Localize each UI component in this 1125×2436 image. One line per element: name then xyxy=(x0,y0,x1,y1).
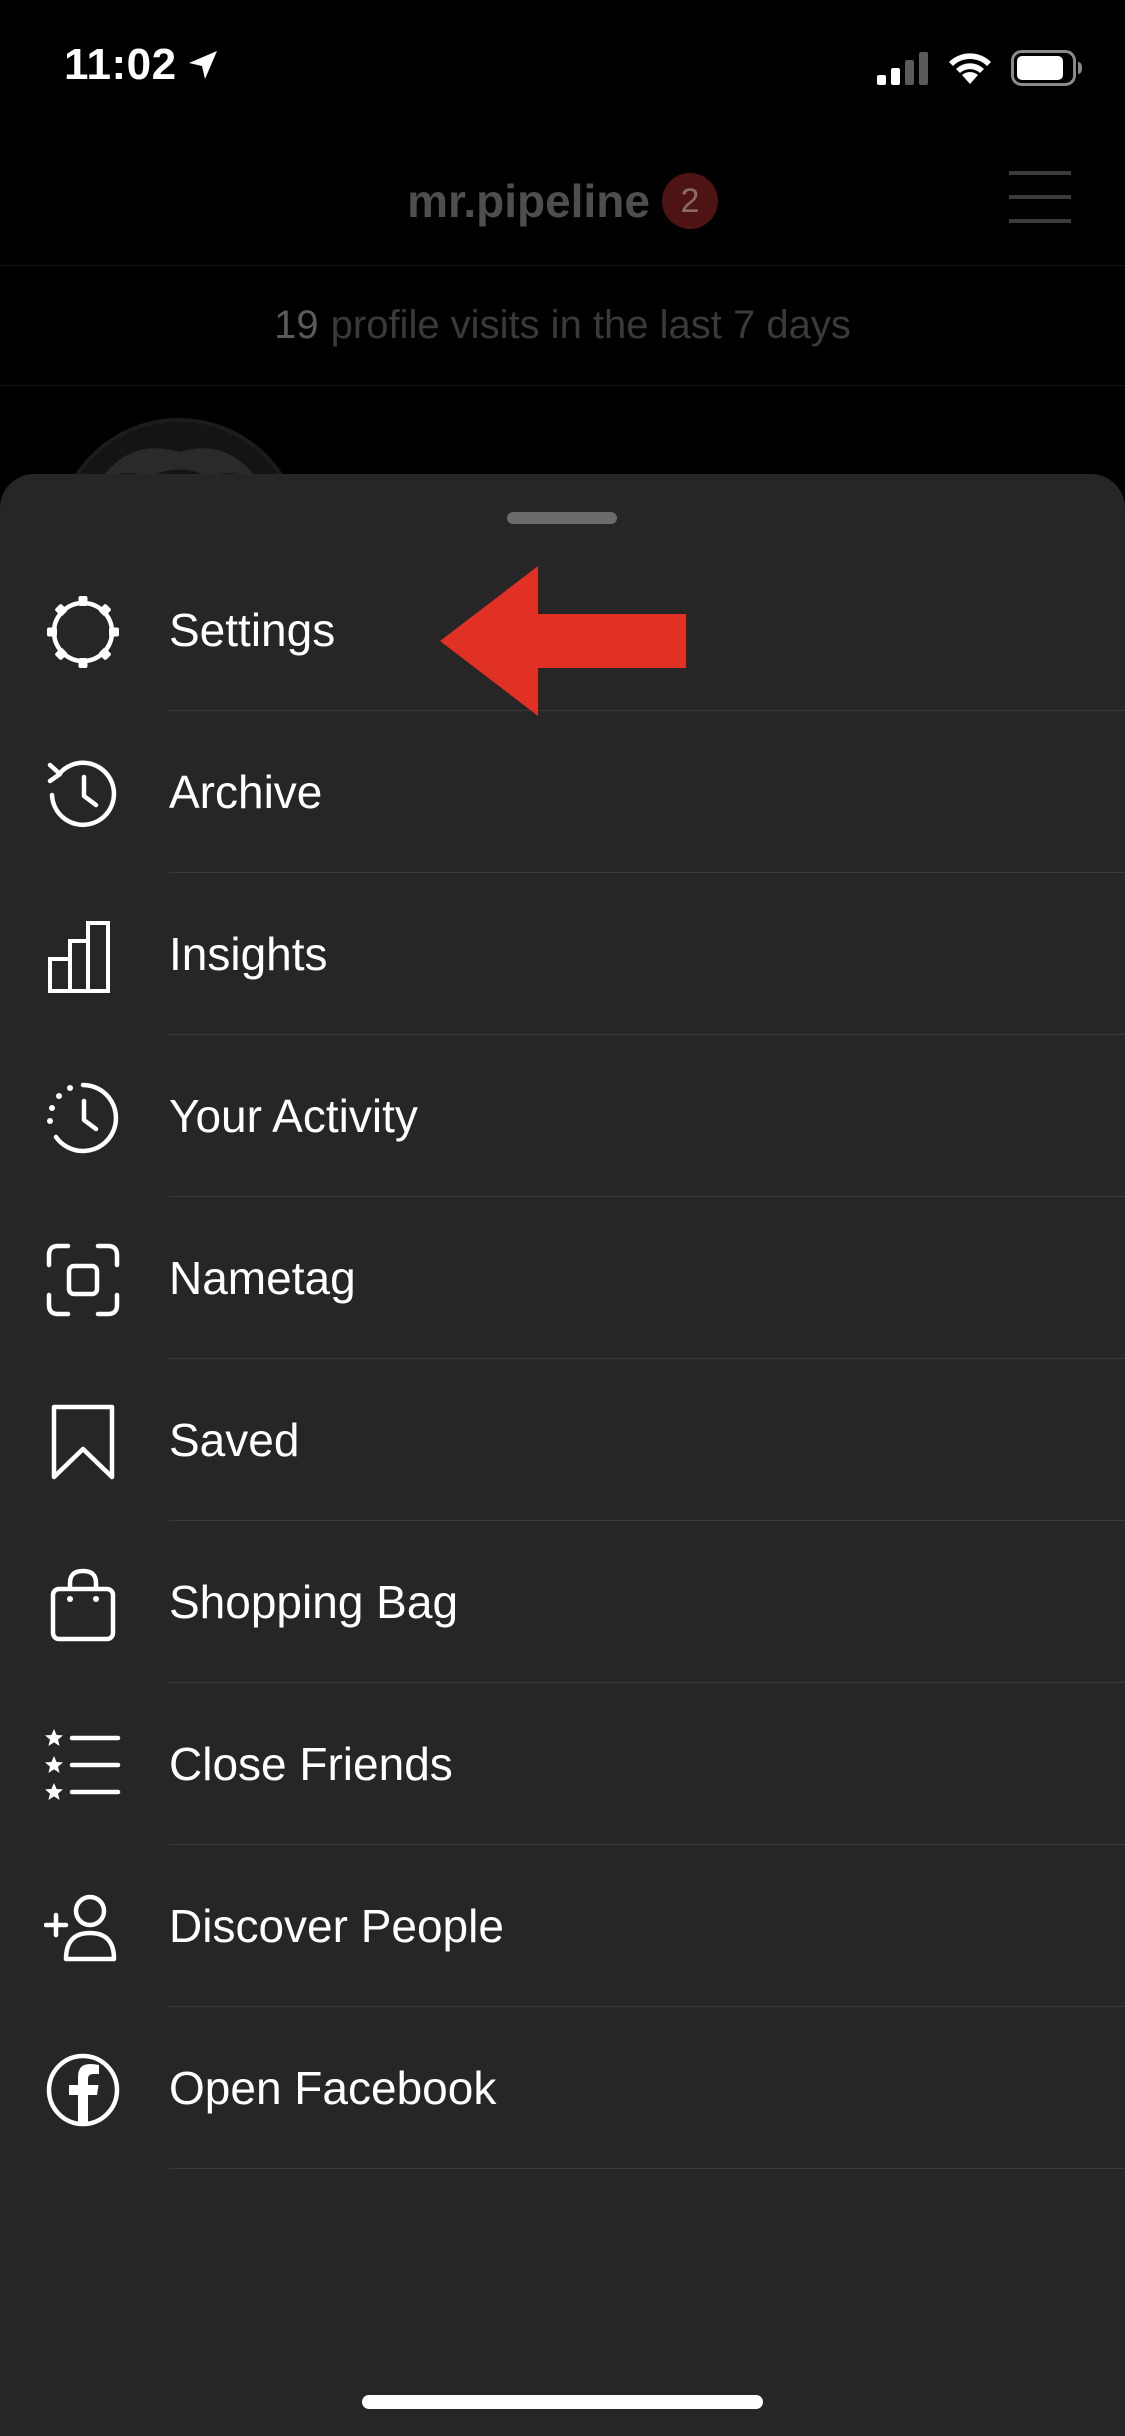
cellular-signal-icon xyxy=(877,51,929,85)
menu-item-nametag[interactable]: Nametag xyxy=(0,1197,1125,1359)
settings-gear-icon xyxy=(44,593,122,671)
shopping-bag-icon xyxy=(44,1565,122,1643)
insights-bar-chart-icon xyxy=(44,917,122,995)
menu-item-insights[interactable]: Insights xyxy=(0,873,1125,1035)
username-wrap: mr.pipeline 2 xyxy=(0,173,1125,229)
menu-item-open-facebook[interactable]: Open Facebook xyxy=(0,2007,1125,2169)
menu-item-label: Shopping Bag xyxy=(169,1576,459,1628)
menu-item-label: Insights xyxy=(169,928,328,980)
menu-item-saved[interactable]: Saved xyxy=(0,1359,1125,1521)
status-time-text: 11:02 xyxy=(64,40,177,89)
location-arrow-icon xyxy=(187,49,219,81)
menu-item-label: Close Friends xyxy=(169,1738,453,1790)
battery-icon xyxy=(1011,50,1083,86)
menu-item-shopping-bag[interactable]: Shopping Bag xyxy=(0,1521,1125,1683)
wifi-icon xyxy=(947,51,993,85)
notification-badge: 2 xyxy=(661,173,718,229)
username[interactable]: mr.pipeline xyxy=(407,174,650,228)
menu-item-discover-people[interactable]: Discover People xyxy=(0,1845,1125,2007)
status-bar: 11:02 xyxy=(0,0,1125,135)
status-indicators xyxy=(877,50,1083,86)
menu-item-label: Your Activity xyxy=(169,1090,418,1142)
menu-item-label: Discover People xyxy=(169,1900,504,1952)
menu-divider xyxy=(169,2168,1125,2169)
menu-item-your-activity[interactable]: Your Activity xyxy=(0,1035,1125,1197)
sheet-grabber-handle[interactable] xyxy=(507,512,617,524)
close-friends-star-list-icon xyxy=(44,1727,122,1805)
profile-visits-row[interactable]: 19 profile visits in the last 7 days xyxy=(0,265,1125,386)
menu-item-label: Nametag xyxy=(169,1252,356,1304)
home-indicator[interactable] xyxy=(362,2395,763,2409)
hamburger-menu-icon[interactable] xyxy=(1009,169,1071,225)
bookmark-icon xyxy=(44,1403,122,1481)
menu-list: Settings Archive Insights Your Activity … xyxy=(0,549,1125,2169)
profile-header: mr.pipeline 2 xyxy=(0,135,1125,266)
menu-item-close-friends[interactable]: Close Friends xyxy=(0,1683,1125,1845)
profile-visits-text: profile visits in the last 7 days xyxy=(330,302,851,347)
menu-item-label: Archive xyxy=(169,766,323,818)
add-person-icon xyxy=(44,1889,122,1967)
menu-item-label: Settings xyxy=(169,604,336,656)
profile-visits-count: 19 xyxy=(274,302,319,347)
archive-clock-icon xyxy=(44,755,122,833)
bottom-sheet: Settings Archive Insights Your Activity … xyxy=(0,474,1125,2436)
nametag-scan-icon xyxy=(44,1241,122,1319)
activity-clock-icon xyxy=(44,1079,122,1157)
facebook-icon xyxy=(44,2051,122,2129)
status-time: 11:02 xyxy=(64,40,219,90)
menu-item-label: Saved xyxy=(169,1414,300,1466)
annotation-arrow-icon xyxy=(440,566,690,716)
menu-item-label: Open Facebook xyxy=(169,2062,497,2114)
menu-item-archive[interactable]: Archive xyxy=(0,711,1125,873)
